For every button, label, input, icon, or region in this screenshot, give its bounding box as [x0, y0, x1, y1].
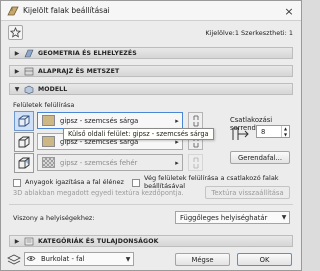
close-button[interactable]: × — [277, 1, 301, 21]
ok-button[interactable]: OK — [237, 253, 292, 266]
edge-surface-picker[interactable]: gipsz - szemcsés fehér ▸ — [37, 154, 183, 171]
section-model[interactable]: ▼ MODELL — [9, 83, 293, 95]
section-label: KATEGÓRIÁK ÉS TULAJDONSÁGOK — [38, 237, 159, 245]
override-end-surfaces-checkbox[interactable] — [132, 179, 140, 187]
connection-order-stepper[interactable]: 8 ▲ ▼ — [256, 125, 290, 138]
connection-order-value: 8 — [261, 127, 266, 136]
star-icon — [10, 27, 21, 38]
expand-arrow-icon: ▶ — [14, 237, 20, 245]
zone-relation-value: Függőleges helyiséghatár — [180, 213, 268, 222]
surface-name: gipsz - szemcsés fehér — [60, 158, 138, 167]
dialog-footer: Burkolat - fal ▼ Mégse OK — [1, 251, 301, 269]
chevron-down-icon: ▼ — [125, 255, 131, 263]
surface-chain-button[interactable] — [188, 112, 203, 129]
cancel-button[interactable]: Mégse — [175, 253, 230, 266]
divider — [9, 204, 293, 205]
floorplan-icon — [24, 67, 34, 76]
wall-outer-face-icon — [18, 115, 30, 127]
surface-tooltip: Külső oldali felület: gipsz - szemcsés s… — [63, 128, 214, 140]
wall-edge-face-icon — [18, 157, 30, 169]
surface-chain-button[interactable] — [188, 154, 203, 171]
chain-link-icon — [193, 115, 198, 126]
section-label: MODELL — [38, 85, 68, 93]
texture-origin-note: 3D ablakban megadott egyedi textúra kezd… — [13, 189, 184, 197]
dialog-toolbar: Kijelölve:1 Szerkesztheti: 1 — [1, 23, 301, 43]
wall-inner-face-icon — [18, 136, 30, 148]
geometry-icon — [24, 49, 34, 58]
collapse-arrow-icon: ▼ — [14, 85, 20, 93]
beam-wall-button[interactable]: Gerendafal... — [230, 151, 290, 164]
surface-swatch — [42, 157, 55, 168]
texture-reset-button[interactable]: Textúra visszaállítása — [205, 186, 290, 199]
window-title: Kijelölt falak beállításai — [23, 6, 110, 15]
outer-face-button[interactable] — [14, 111, 34, 131]
connection-order-icon — [230, 127, 252, 141]
stepper-arrows[interactable]: ▲ ▼ — [281, 126, 289, 137]
arrow-right-icon: ▸ — [175, 158, 179, 167]
selection-info: Kijelölve:1 Szerkesztheti: 1 — [205, 29, 293, 37]
expand-arrow-icon: ▶ — [14, 67, 20, 75]
chevron-down-icon: ▼ — [281, 214, 287, 221]
layer-select[interactable]: Burkolat - fal ▼ — [24, 252, 134, 266]
section-label: GEOMETRIA ÉS ELHELYEZÉS — [38, 49, 137, 57]
title-bar: Kijelölt falak beállításai × — [1, 1, 301, 21]
favorites-button[interactable] — [8, 25, 23, 40]
layer-value: Burkolat - fal — [41, 255, 85, 263]
expand-arrow-icon: ▶ — [14, 49, 20, 57]
layers-icon — [7, 254, 21, 266]
arrow-right-icon: ▸ — [175, 116, 179, 125]
wall-tool-icon — [7, 5, 19, 17]
edge-face-button[interactable] — [14, 153, 34, 173]
surface-swatch — [42, 115, 55, 126]
zone-relation-label: Viszony a helyiségekhez: — [13, 214, 95, 222]
chain-link-icon — [193, 157, 198, 168]
categories-icon — [24, 237, 34, 246]
section-geometry[interactable]: ▶ GEOMETRIA ÉS ELHELYEZÉS — [9, 47, 293, 59]
surfaces-override-label: Felületek felülírása — [13, 101, 75, 109]
inner-face-button[interactable] — [14, 132, 34, 152]
section-floorplan[interactable]: ▶ ALAPRAJZ ÉS METSZET — [9, 65, 293, 77]
align-materials-checkbox[interactable] — [13, 179, 21, 187]
align-materials-label: Anyagok igazítása a fal élénez — [25, 178, 124, 186]
settings-dialog: Kijelölt falak beállításai × Kijelölve:1… — [0, 0, 302, 271]
section-categories[interactable]: ▶ KATEGÓRIÁK ÉS TULAJDONSÁGOK — [9, 235, 293, 247]
surface-name: gipsz - szemcsés sárga — [60, 116, 139, 125]
stepper-down-icon[interactable]: ▼ — [282, 132, 289, 138]
zone-relation-select[interactable]: Függőleges helyiséghatár ▼ — [175, 211, 290, 224]
eye-icon — [25, 255, 37, 264]
model-icon — [24, 85, 34, 94]
surface-swatch — [42, 136, 55, 147]
section-label: ALAPRAJZ ÉS METSZET — [38, 67, 120, 75]
outer-surface-picker[interactable]: gipsz - szemcsés sárga ▸ — [37, 112, 183, 129]
